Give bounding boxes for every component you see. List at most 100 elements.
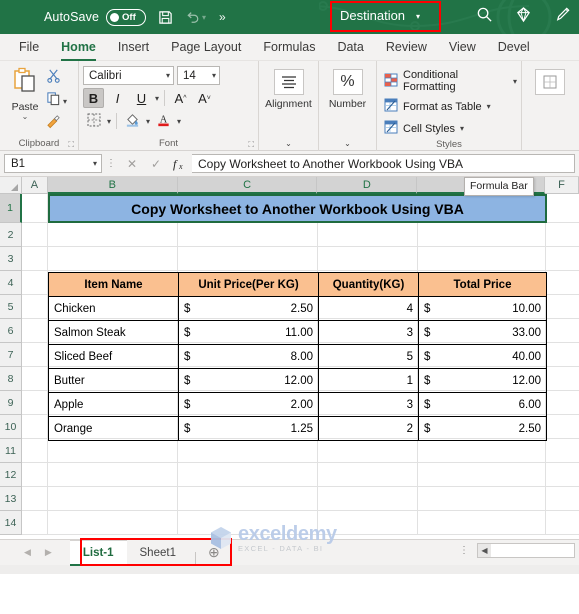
previous-sheet-icon[interactable]: ◀ xyxy=(24,547,31,558)
column-header-b[interactable]: B xyxy=(47,177,178,194)
save-icon[interactable] xyxy=(158,10,173,25)
tab-view[interactable]: View xyxy=(438,36,487,58)
undo-icon[interactable]: ▾ xyxy=(185,10,206,24)
cell-unit-price-0[interactable]: $2.50 xyxy=(178,296,319,321)
cell-quantity-2[interactable]: 5 xyxy=(318,344,419,369)
cell-a3[interactable] xyxy=(22,247,48,271)
row-header-3[interactable]: 3 xyxy=(0,247,22,271)
cell-item-4[interactable]: Apple xyxy=(48,392,179,417)
cell-f4[interactable] xyxy=(546,271,579,295)
cell-total-price-3[interactable]: $12.00 xyxy=(418,368,547,393)
format-painter-button[interactable] xyxy=(46,114,67,134)
row-header-11[interactable]: 11 xyxy=(0,439,22,463)
cell-b12[interactable] xyxy=(48,463,178,487)
row-header-4[interactable]: 4 xyxy=(0,271,22,295)
cell-c11[interactable] xyxy=(178,439,318,463)
cell-e2[interactable] xyxy=(418,223,546,247)
cell-d2[interactable] xyxy=(318,223,418,247)
cell-e13[interactable] xyxy=(418,487,546,511)
tab-developer[interactable]: Devel xyxy=(487,36,541,58)
cell-f8[interactable] xyxy=(546,367,579,391)
cell-f9[interactable] xyxy=(546,391,579,415)
table-header-total-price[interactable]: Total Price xyxy=(418,272,547,297)
cell-f5[interactable] xyxy=(546,295,579,319)
horizontal-scrollbar[interactable]: ◀ xyxy=(477,543,575,558)
row-header-12[interactable]: 12 xyxy=(0,463,22,487)
cell-total-price-4[interactable]: $6.00 xyxy=(418,392,547,417)
cell-b2[interactable] xyxy=(48,223,178,247)
spreadsheet-grid[interactable]: A B C D E F 1 2 3 4 5 6 7 8 9 10 11 12 1… xyxy=(0,177,579,539)
document-name-caret[interactable]: ▾ xyxy=(416,12,420,21)
insert-function-icon[interactable]: fx xyxy=(168,154,192,173)
cell-unit-price-2[interactable]: $8.00 xyxy=(178,344,319,369)
cell-item-0[interactable]: Chicken xyxy=(48,296,179,321)
scroll-handle-icon[interactable]: ⋮ xyxy=(459,545,469,556)
cell-unit-price-4[interactable]: $2.00 xyxy=(178,392,319,417)
next-sheet-icon[interactable]: ▶ xyxy=(45,547,52,558)
tab-page-layout[interactable]: Page Layout xyxy=(160,36,252,58)
cell-total-price-0[interactable]: $10.00 xyxy=(418,296,547,321)
cell-f14[interactable] xyxy=(546,511,579,535)
paste-dropdown-caret[interactable]: ⌄ xyxy=(22,113,29,121)
cell-f13[interactable] xyxy=(546,487,579,511)
cell-total-price-5[interactable]: $2.50 xyxy=(418,416,547,441)
title-banner-cell[interactable]: Copy Worksheet to Another Workbook Using… xyxy=(48,194,547,223)
cell-b11[interactable] xyxy=(48,439,178,463)
grow-font-button[interactable]: A ^ xyxy=(170,88,191,108)
cell-a13[interactable] xyxy=(22,487,48,511)
cancel-icon[interactable]: ✕ xyxy=(120,154,144,173)
cell-a1[interactable] xyxy=(22,194,48,223)
borders-caret[interactable]: ▾ xyxy=(107,117,111,126)
row-header-1[interactable]: 1 xyxy=(0,194,22,223)
row-header-13[interactable]: 13 xyxy=(0,487,22,511)
fill-color-button[interactable] xyxy=(122,111,143,131)
cell-e12[interactable] xyxy=(418,463,546,487)
conditional-formatting-caret[interactable]: ▾ xyxy=(513,77,517,86)
cell-item-2[interactable]: Sliced Beef xyxy=(48,344,179,369)
document-name[interactable]: Destination xyxy=(340,8,405,23)
autosave-toggle[interactable]: Off xyxy=(106,8,147,26)
diamond-icon[interactable] xyxy=(515,6,532,28)
formula-input[interactable]: Copy Worksheet to Another Workbook Using… xyxy=(192,154,575,173)
row-header-14[interactable]: 14 xyxy=(0,511,22,535)
italic-button[interactable]: I xyxy=(107,88,128,108)
copy-dropdown-caret[interactable]: ▾ xyxy=(63,97,67,106)
cell-quantity-4[interactable]: 3 xyxy=(318,392,419,417)
row-header-2[interactable]: 2 xyxy=(0,223,22,247)
sheet-tab-sheet1[interactable]: Sheet1 xyxy=(127,540,189,566)
cell-total-price-1[interactable]: $33.00 xyxy=(418,320,547,345)
column-header-d[interactable]: D xyxy=(317,177,418,194)
cell-b13[interactable] xyxy=(48,487,178,511)
cell-e3[interactable] xyxy=(418,247,546,271)
cell-a8[interactable] xyxy=(22,367,48,391)
undo-dropdown-caret[interactable]: ▾ xyxy=(202,13,206,22)
cell-f7[interactable] xyxy=(546,343,579,367)
cell-quantity-3[interactable]: 1 xyxy=(318,368,419,393)
cell-unit-price-5[interactable]: $1.25 xyxy=(178,416,319,441)
table-header-quantity[interactable]: Quantity(KG) xyxy=(318,272,419,297)
font-name-caret[interactable]: ▾ xyxy=(166,71,170,80)
cell-d11[interactable] xyxy=(318,439,418,463)
cell-quantity-5[interactable]: 2 xyxy=(318,416,419,441)
underline-caret[interactable]: ▾ xyxy=(155,94,159,103)
confirm-icon[interactable]: ✓ xyxy=(144,154,168,173)
row-header-7[interactable]: 7 xyxy=(0,343,22,367)
table-header-item-name[interactable]: Item Name xyxy=(48,272,179,297)
search-icon[interactable] xyxy=(476,6,493,28)
cell-quantity-0[interactable]: 4 xyxy=(318,296,419,321)
name-box[interactable]: B1 ▾ xyxy=(4,154,102,173)
cell-d14[interactable] xyxy=(318,511,418,535)
cell-b3[interactable] xyxy=(48,247,178,271)
column-header-c[interactable]: C xyxy=(177,177,318,194)
row-header-5[interactable]: 5 xyxy=(0,295,22,319)
font-color-button[interactable]: A xyxy=(153,111,174,131)
bold-button[interactable]: B xyxy=(83,88,104,108)
cell-d3[interactable] xyxy=(318,247,418,271)
format-as-table-caret[interactable]: ▾ xyxy=(487,102,491,111)
alignment-dropdown-caret[interactable]: ⌄ xyxy=(285,139,292,148)
cell-item-5[interactable]: Orange xyxy=(48,416,179,441)
format-as-table-button[interactable]: Format as Table ▾ xyxy=(384,98,517,115)
cell-a6[interactable] xyxy=(22,319,48,343)
table-header-unit-price[interactable]: Unit Price(Per KG) xyxy=(178,272,319,297)
tab-file[interactable]: File xyxy=(8,36,50,58)
